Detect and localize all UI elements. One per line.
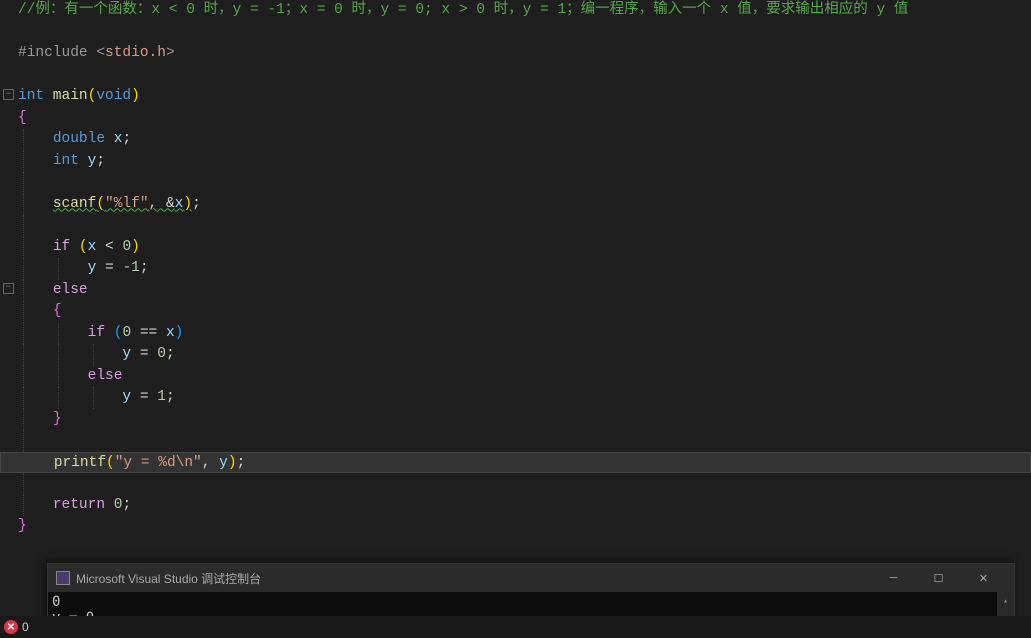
code-line[interactable] [18, 215, 1031, 237]
code-line[interactable] [18, 430, 1031, 452]
code-line[interactable]: y = 0; [18, 344, 1031, 366]
code-line[interactable]: #include <stdio.h> [18, 43, 1031, 65]
console-title: Microsoft Visual Studio 调试控制台 [76, 570, 261, 587]
error-count[interactable]: 0 [22, 620, 29, 634]
code-line[interactable] [18, 65, 1031, 87]
code-line[interactable]: } [18, 409, 1031, 431]
comment-text: //例：有一个函数：x < 0 时，y = -1；x = 0 时，y = 0; … [18, 2, 908, 18]
code-line[interactable]: return 0; [18, 495, 1031, 517]
window-controls: ─ ☐ ✕ [871, 564, 1006, 592]
code-line[interactable] [18, 22, 1031, 44]
code-line[interactable]: scanf("%lf", &x); [18, 194, 1031, 216]
scroll-up-icon[interactable]: ▴ [997, 592, 1014, 609]
code-line[interactable]: { [18, 108, 1031, 130]
fold-minus-icon[interactable]: − [3, 283, 14, 294]
code-line[interactable]: } [18, 516, 1031, 538]
code-line[interactable]: if (x < 0) [18, 237, 1031, 259]
code-line[interactable] [18, 473, 1031, 495]
code-line[interactable]: − else [18, 280, 1031, 302]
code-line[interactable]: −int main(void) [18, 86, 1031, 108]
error-icon[interactable]: ✕ [4, 620, 18, 634]
status-bar: ✕ 0 [0, 616, 1031, 638]
code-line[interactable]: { [18, 301, 1031, 323]
minimize-button[interactable]: ─ [871, 564, 916, 592]
console-app-icon [56, 571, 70, 585]
fold-minus-icon[interactable]: − [3, 89, 14, 100]
code-line[interactable] [18, 172, 1031, 194]
current-line[interactable]: printf("y = %d\n", y); [0, 452, 1031, 474]
code-line[interactable]: double x; [18, 129, 1031, 151]
close-button[interactable]: ✕ [961, 564, 1006, 592]
code-line[interactable]: y = -1; [18, 258, 1031, 280]
code-editor[interactable]: //例：有一个函数：x < 0 时，y = -1；x = 0 时，y = 0; … [0, 0, 1031, 538]
maximize-button[interactable]: ☐ [916, 564, 961, 592]
code-line[interactable]: if (0 == x) [18, 323, 1031, 345]
code-line[interactable]: y = 1; [18, 387, 1031, 409]
code-line[interactable]: //例：有一个函数：x < 0 时，y = -1；x = 0 时，y = 0; … [18, 0, 1031, 22]
console-titlebar[interactable]: Microsoft Visual Studio 调试控制台 ─ ☐ ✕ [48, 564, 1014, 592]
code-line[interactable]: else [18, 366, 1031, 388]
code-line[interactable]: int y; [18, 151, 1031, 173]
